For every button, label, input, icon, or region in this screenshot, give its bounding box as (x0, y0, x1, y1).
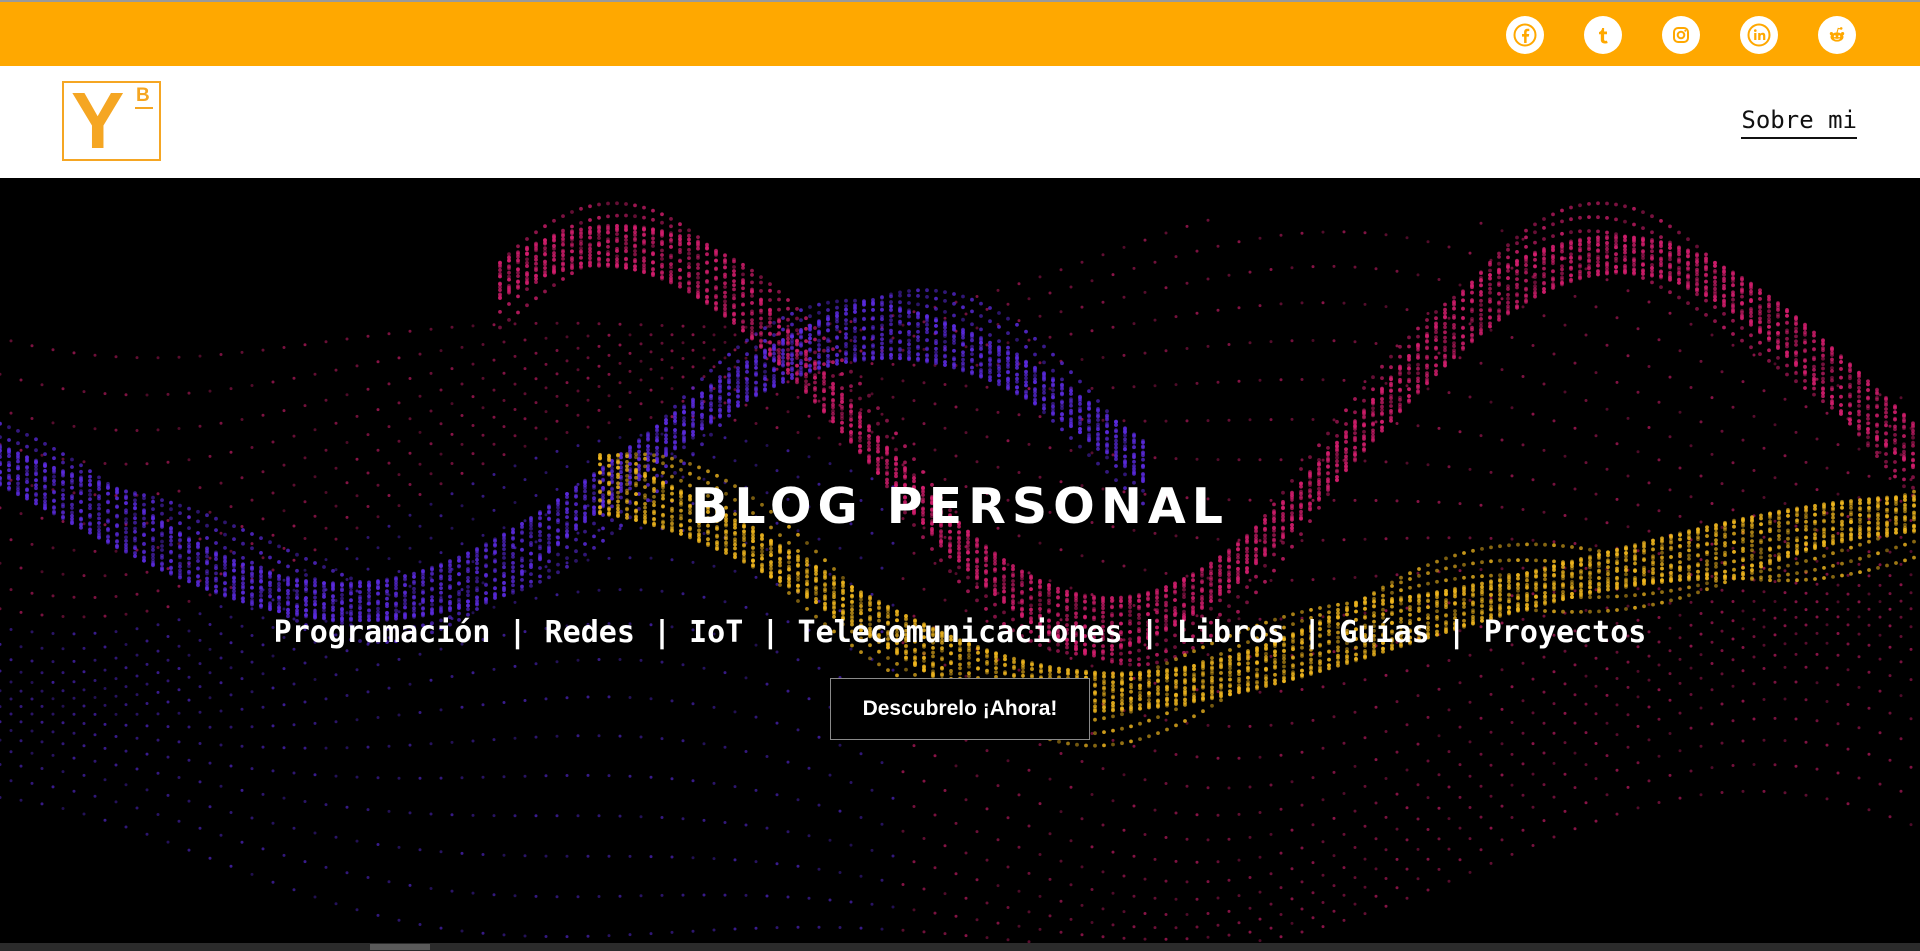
scrollbar-thumb[interactable] (370, 944, 430, 950)
hero-section: BLOG PERSONAL Programación | Redes | IoT… (0, 178, 1920, 943)
discover-now-button[interactable]: Descubrelo ¡Ahora! (830, 678, 1090, 740)
facebook-icon[interactable] (1506, 16, 1544, 54)
logo-underline (135, 107, 153, 109)
reddit-icon[interactable] (1818, 16, 1856, 54)
hero-title: BLOG PERSONAL (691, 478, 1229, 535)
top-bar (0, 0, 1920, 66)
nav-link-sobre-mi[interactable]: Sobre mi (1741, 106, 1857, 139)
site-header: Y B Sobre mi (0, 66, 1920, 178)
logo-letter: Y (71, 76, 125, 165)
tumblr-icon[interactable] (1584, 16, 1622, 54)
linkedin-icon[interactable] (1740, 16, 1778, 54)
site-logo[interactable]: Y B (62, 76, 161, 165)
particle-wave-background (0, 201, 1916, 943)
horizontal-scrollbar[interactable] (0, 943, 1920, 951)
hero-categories: Programación | Redes | IoT | Telecomunic… (273, 615, 1647, 650)
instagram-icon[interactable] (1662, 16, 1700, 54)
logo-superscript: B (136, 85, 150, 106)
